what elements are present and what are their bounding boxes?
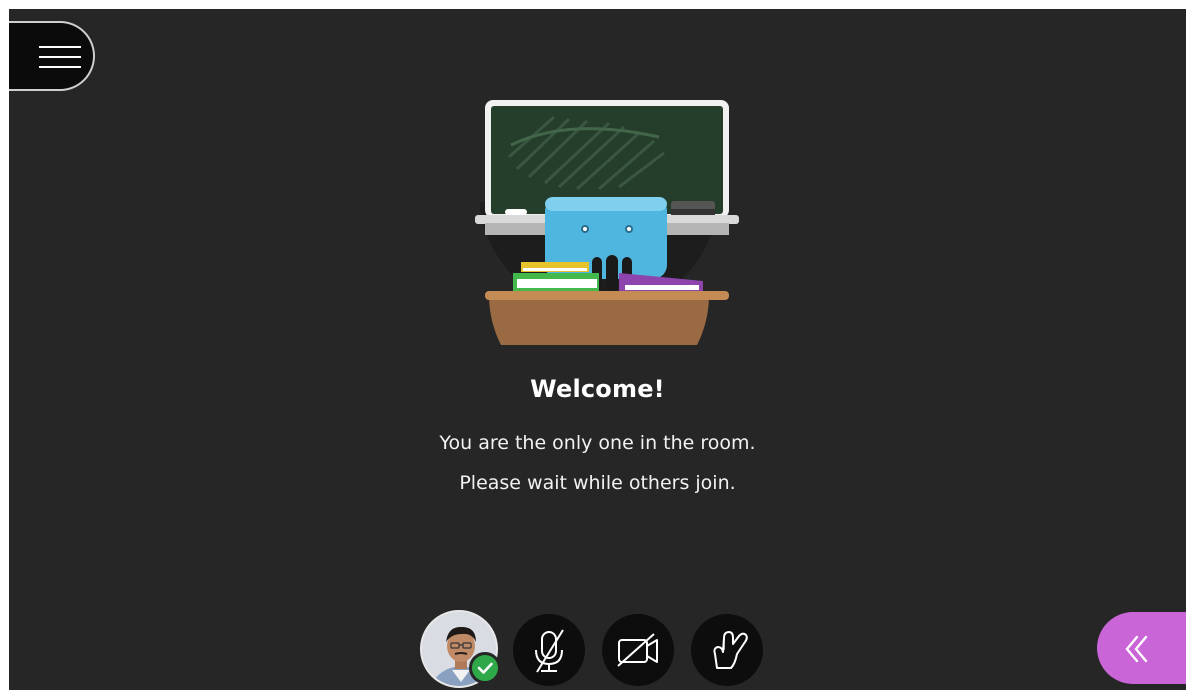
double-chevron-left-icon [1125,635,1148,663]
my-status-button[interactable] [420,610,501,690]
checkmark-icon [477,662,493,674]
open-collaborate-panel-button[interactable] [1097,612,1186,684]
welcome-message-line-2: Please wait while others join. [459,472,736,494]
microphone-off-icon [535,629,564,673]
raise-hand-icon [713,631,748,669]
welcome-message-line-1: You are the only one in the room. [439,432,756,454]
hamburger-icon [39,46,81,68]
status-badge [469,652,501,684]
camera-off-icon [617,633,658,667]
session-room: Welcome! You are the only one in the roo… [9,9,1186,690]
welcome-title: Welcome! [530,375,665,403]
microphone-toggle-button[interactable] [513,614,585,686]
camera-toggle-button[interactable] [602,614,674,686]
classroom-illustration [475,100,739,345]
raise-hand-button[interactable] [691,614,763,686]
session-menu-button[interactable] [9,21,95,91]
